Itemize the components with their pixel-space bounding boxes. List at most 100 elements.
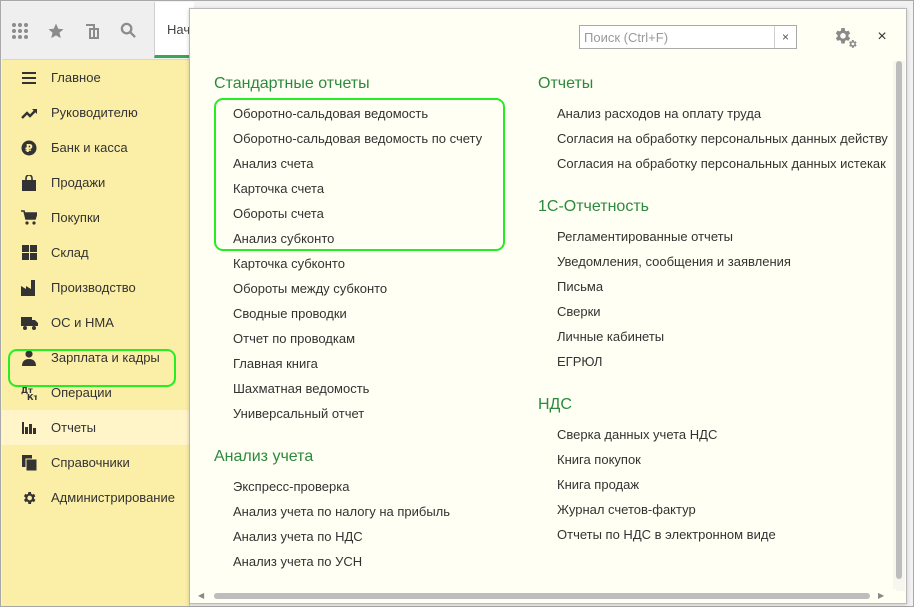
vertical-scroll-thumb[interactable] <box>896 61 902 579</box>
horizontal-scroll-thumb[interactable] <box>214 593 870 599</box>
bar-chart-icon <box>20 419 38 437</box>
sidebar-item-label: Зарплата и кадры <box>51 350 160 365</box>
report-link[interactable]: Сверки <box>557 299 906 324</box>
sidebar-item-purchases[interactable]: Покупки <box>2 200 189 235</box>
report-link[interactable]: Согласия на обработку персональных данны… <box>557 126 906 151</box>
report-link[interactable]: Анализ счета <box>233 151 514 176</box>
scroll-left-arrow-icon[interactable]: ◀ <box>198 591 204 600</box>
sidebar-item-label: ОС и НМА <box>51 315 114 330</box>
sidebar-item-reports[interactable]: Отчеты <box>2 410 189 445</box>
sidebar-item-label: Руководителю <box>51 105 138 120</box>
person-icon <box>20 349 38 367</box>
vertical-scrollbar[interactable] <box>893 61 905 591</box>
standard-reports-list: Оборотно-сальдовая ведомость Оборотно-са… <box>214 101 514 426</box>
left-column: Стандартные отчеты Оборотно-сальдовая ве… <box>214 71 514 574</box>
report-link[interactable]: Главная книга <box>233 351 514 376</box>
ruble-icon: ₽ <box>20 139 38 157</box>
star-icon[interactable] <box>38 2 74 60</box>
truck-icon <box>20 314 38 332</box>
report-link[interactable]: Отчеты по НДС в электронном виде <box>557 522 906 547</box>
clear-search-button[interactable]: × <box>774 26 796 48</box>
report-link[interactable]: Анализ субконто <box>233 226 514 251</box>
report-link[interactable]: Сводные проводки <box>233 301 514 326</box>
report-link[interactable]: Письма <box>557 274 906 299</box>
report-link[interactable]: Согласия на обработку персональных данны… <box>557 151 906 176</box>
report-link[interactable]: Книга продаж <box>557 472 906 497</box>
search-input[interactable] <box>580 26 774 48</box>
tab-start-page[interactable]: Нач <box>154 2 194 58</box>
report-link[interactable]: Универсальный отчет <box>233 401 514 426</box>
report-link[interactable]: Анализ расходов на оплату труда <box>557 101 906 126</box>
factory-icon <box>20 279 38 297</box>
report-link[interactable]: Карточка счета <box>233 176 514 201</box>
books-icon <box>20 454 38 472</box>
sidebar-item-label: Справочники <box>51 455 130 470</box>
1c-reporting-list: Регламентированные отчеты Уведомления, с… <box>538 224 906 374</box>
report-link[interactable]: ЕГРЮЛ <box>557 349 906 374</box>
cart-icon <box>20 209 38 227</box>
section-title-reports: Отчеты <box>538 75 594 92</box>
report-link[interactable]: Личные кабинеты <box>557 324 906 349</box>
sidebar-item-label: Администрирование <box>51 490 175 505</box>
report-link[interactable]: Книга покупок <box>557 447 906 472</box>
report-link[interactable]: Оборотно-сальдовая ведомость по счету <box>233 126 514 151</box>
report-link[interactable]: Уведомления, сообщения и заявления <box>557 249 906 274</box>
vat-list: Сверка данных учета НДС Книга покупок Кн… <box>538 422 906 547</box>
sidebar-item-manager[interactable]: Руководителю <box>2 95 189 130</box>
scroll-right-arrow-icon[interactable]: ▶ <box>878 591 884 600</box>
report-link[interactable]: Обороты счета <box>233 201 514 226</box>
search-box: × <box>579 25 797 49</box>
menu-lines-icon <box>20 69 38 87</box>
report-link[interactable]: Анализ учета по НДС <box>233 524 514 549</box>
report-link[interactable]: Анализ учета по УСН <box>233 549 514 574</box>
sidebar-item-label: Продажи <box>51 175 106 190</box>
sidebar-item-administration[interactable]: Администрирование <box>2 480 189 515</box>
report-link[interactable]: Анализ учета по налогу на прибыль <box>233 499 514 524</box>
sidebar-item-sales[interactable]: Продажи <box>2 165 189 200</box>
settings-gear-icon[interactable] <box>831 24 859 52</box>
sidebar-item-label: Покупки <box>51 210 100 225</box>
sidebar-item-production[interactable]: Производство <box>2 270 189 305</box>
svg-text:₽: ₽ <box>25 142 33 155</box>
trend-icon <box>20 104 38 122</box>
sidebar-item-assets[interactable]: ОС и НМА <box>2 305 189 340</box>
sidebar-item-label: Главное <box>51 70 101 85</box>
sidebar-item-bank[interactable]: ₽ Банк и касса <box>2 130 189 165</box>
sidebar-item-directories[interactable]: Справочники <box>2 445 189 480</box>
history-icon[interactable] <box>74 2 110 60</box>
report-link[interactable]: Журнал счетов-фактур <box>557 497 906 522</box>
report-link[interactable]: Карточка субконто <box>233 251 514 276</box>
sidebar-item-label: Отчеты <box>51 420 96 435</box>
report-link[interactable]: Шахматная ведомость <box>233 376 514 401</box>
section-title-1c-reporting: 1С-Отчетность <box>538 198 649 215</box>
sidebar-item-warehouse[interactable]: Склад <box>2 235 189 270</box>
close-panel-button[interactable]: × <box>872 27 892 47</box>
sidebar-item-label: Операции <box>51 385 112 400</box>
reports-panel: × × Стандартные отчеты Оборотно-сальдова… <box>189 8 907 604</box>
gear-icon <box>20 489 38 507</box>
accounting-analysis-list: Экспресс-проверка Анализ учета по налогу… <box>214 474 514 574</box>
sidebar-item-salary[interactable]: Зарплата и кадры <box>2 340 189 375</box>
warehouse-icon <box>20 244 38 262</box>
reports-list: Анализ расходов на оплату труда Согласия… <box>538 101 906 176</box>
report-link[interactable]: Регламентированные отчеты <box>557 224 906 249</box>
apps-grid-icon[interactable] <box>2 2 38 60</box>
sidebar-item-main[interactable]: Главное <box>2 60 189 95</box>
report-link[interactable]: Оборотно-сальдовая ведомость <box>233 101 514 126</box>
report-link[interactable]: Экспресс-проверка <box>233 474 514 499</box>
sidebar-item-label: Банк и касса <box>51 140 128 155</box>
sidebar-item-operations[interactable]: Дт Кт Операции <box>2 375 189 410</box>
sections-sidebar: Главное Руководителю ₽ Банк и касса Прод… <box>2 60 190 606</box>
sidebar-item-label: Производство <box>51 280 136 295</box>
section-title-standard-reports: Стандартные отчеты <box>214 75 370 92</box>
search-icon[interactable] <box>110 2 146 60</box>
horizontal-scrollbar[interactable]: ◀ ▶ <box>190 589 896 603</box>
report-link[interactable]: Отчет по проводкам <box>233 326 514 351</box>
report-link[interactable]: Обороты между субконто <box>233 276 514 301</box>
app-window: Нач Главное Руководителю ₽ Банк и касса … <box>0 0 914 607</box>
dt-kt-icon: Дт Кт <box>20 384 38 402</box>
right-column: Отчеты Анализ расходов на оплату труда С… <box>538 71 906 547</box>
report-link[interactable]: Сверка данных учета НДС <box>557 422 906 447</box>
section-title-accounting-analysis: Анализ учета <box>214 448 314 465</box>
sidebar-item-label: Склад <box>51 245 89 260</box>
